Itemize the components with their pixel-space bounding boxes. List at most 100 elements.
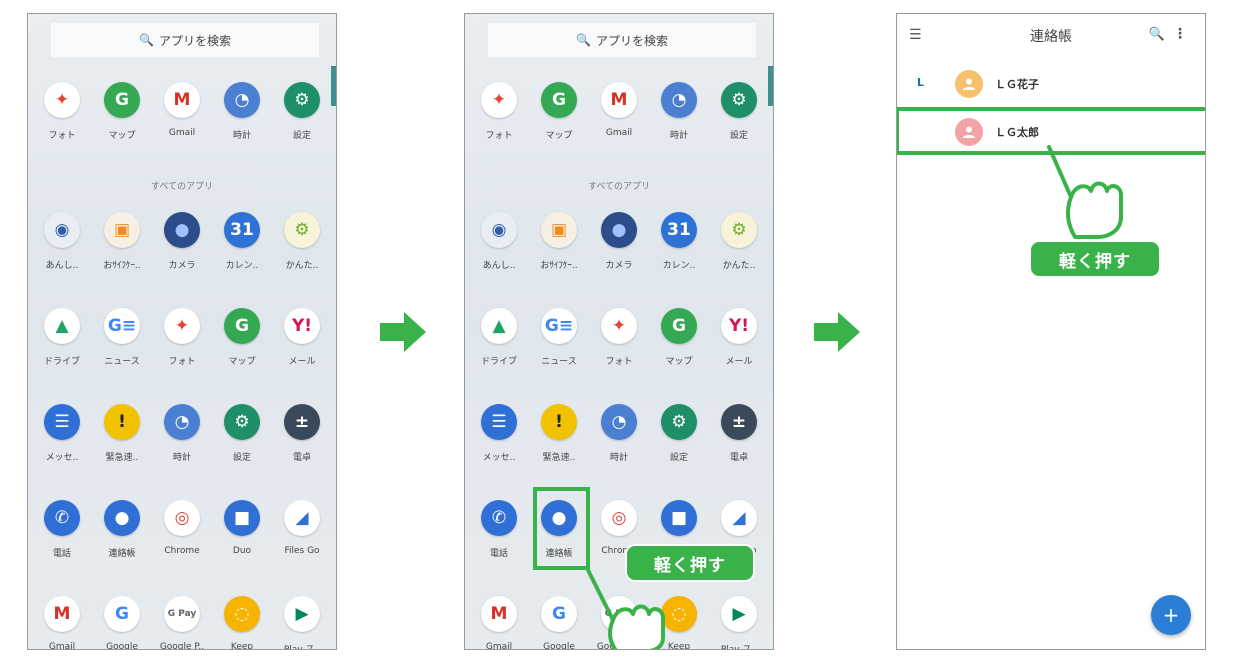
app-osaifu[interactable]: ▣ おｻｲﾌｹｰ.. [531, 212, 587, 271]
search-icon: 🔍 [576, 33, 591, 47]
app-settings-gear[interactable]: ⚙ 設定 [274, 82, 330, 141]
app-phone[interactable]: ✆ 電話 [34, 500, 90, 559]
add-contact-fab[interactable]: + [1151, 595, 1191, 635]
app-search-bar[interactable]: 🔍 アプリを検索 [50, 22, 320, 58]
app-calendar[interactable]: 31 カレン.. [651, 212, 707, 271]
app-label: 設定 [292, 131, 311, 141]
app-play-store[interactable]: ▶ Play ス.. [274, 596, 330, 649]
app-label: 設定 [232, 453, 251, 463]
app-clock[interactable]: ◔ 時計 [154, 404, 210, 463]
app-play-store[interactable]: ▶ Play ス.. [711, 596, 767, 649]
app-label: カメラ [168, 261, 196, 271]
more-options-icon[interactable]: ⋮ [1173, 26, 1187, 42]
app-news[interactable]: G≡ ニュース [94, 308, 150, 367]
app-calendar[interactable]: 31 カレン.. [214, 212, 270, 271]
app-label: 時計 [232, 131, 251, 141]
app-camera[interactable]: ● カメラ [591, 212, 647, 271]
search-placeholder: アプリを検索 [158, 33, 231, 48]
app-clock[interactable]: ◔ 時計 [651, 82, 707, 141]
app-label: フォト [485, 131, 513, 141]
app-files-go[interactable]: ◢ Files Go [274, 500, 330, 556]
chrome-icon: ◎ [164, 500, 200, 536]
app-kantan[interactable]: ⚙ かんた.. [711, 212, 767, 271]
camera-icon: ● [601, 212, 637, 248]
gmail-icon: M [481, 596, 517, 632]
app-anshin[interactable]: ◉ あんし.. [471, 212, 527, 271]
app-photos[interactable]: ✦ フォト [471, 82, 527, 141]
kantan-icon: ⚙ [721, 212, 757, 248]
scrollbar-thumb[interactable] [331, 66, 336, 106]
app-maps[interactable]: G マップ [94, 82, 150, 141]
calendar-icon: 31 [661, 212, 697, 248]
maps-icon: G [541, 82, 577, 118]
search-icon[interactable]: 🔍 [1149, 27, 1165, 42]
app-label: Files Go [284, 546, 320, 556]
app-drive[interactable]: ▲ ドライブ [471, 308, 527, 367]
maps-icon: G [661, 308, 697, 344]
app-photos[interactable]: ✦ フォト [34, 82, 90, 141]
app-settings-gear[interactable]: ⚙ 設定 [651, 404, 707, 463]
play-store-icon: ▶ [284, 596, 320, 632]
app-keep[interactable]: ◌ Keep [214, 596, 270, 649]
app-calculator[interactable]: ± 電卓 [274, 404, 330, 463]
app-camera[interactable]: ● カメラ [154, 212, 210, 271]
app-google[interactable]: G Google [94, 596, 150, 649]
app-google-pay[interactable]: G Pay Google P.. [154, 596, 210, 650]
clock-icon: ◔ [601, 404, 637, 440]
duo-icon: ■ [661, 500, 697, 536]
app-clock[interactable]: ◔ 時計 [591, 404, 647, 463]
app-drive[interactable]: ▲ ドライブ [34, 308, 90, 367]
app-maps[interactable]: G マップ [651, 308, 707, 367]
maps-icon: G [104, 82, 140, 118]
app-news[interactable]: G≡ ニュース [531, 308, 587, 367]
app-label: フォト [48, 131, 76, 141]
messages-icon: ☰ [481, 404, 517, 440]
app-contacts[interactable]: ● 連絡帳 [94, 500, 150, 559]
app-kantan[interactable]: ⚙ かんた.. [274, 212, 330, 271]
files-go-icon: ◢ [721, 500, 757, 536]
app-photos[interactable]: ✦ フォト [154, 308, 210, 367]
app-messages[interactable]: ☰ メッセ.. [34, 404, 90, 463]
app-label: 電話 [52, 549, 71, 559]
app-settings-gear[interactable]: ⚙ 設定 [214, 404, 270, 463]
app-search-bar[interactable]: 🔍 アプリを検索 [487, 22, 757, 58]
app-label: ニュース [104, 357, 140, 367]
app-settings-gear[interactable]: ⚙ 設定 [711, 82, 767, 141]
app-osaifu[interactable]: ▣ おｻｲﾌｹｰ.. [94, 212, 150, 271]
arrow-right-icon [814, 312, 860, 352]
app-gmail[interactable]: M Gmail [34, 596, 90, 649]
app-gmail[interactable]: M Gmail [154, 82, 210, 138]
app-emergency[interactable]: ! 緊急速.. [531, 404, 587, 463]
files-go-icon: ◢ [284, 500, 320, 536]
app-chrome[interactable]: ◎ Chrome [154, 500, 210, 556]
scrollbar-thumb[interactable] [768, 66, 773, 106]
app-gmail[interactable]: M Gmail [471, 596, 527, 650]
app-clock[interactable]: ◔ 時計 [214, 82, 270, 141]
app-label: Gmail [485, 642, 513, 650]
app-maps[interactable]: G マップ [531, 82, 587, 141]
app-label: マップ [108, 131, 136, 141]
phone-screen-contacts: ☰ 連絡帳 🔍 ⋮ L ＬＧ花子 ＬＧ太郎 軽く押す + [896, 13, 1206, 650]
app-messages[interactable]: ☰ メッセ.. [471, 404, 527, 463]
app-label: 時計 [609, 453, 628, 463]
app-duo[interactable]: ■ Duo [214, 500, 270, 556]
yahoo-mail-icon: Y! [284, 308, 320, 344]
app-yahoo-mail[interactable]: Y! メール [274, 308, 330, 367]
app-phone[interactable]: ✆ 電話 [471, 500, 527, 559]
app-emergency[interactable]: ! 緊急速.. [94, 404, 150, 463]
google-pay-icon: G Pay [164, 596, 200, 632]
app-maps[interactable]: G マップ [214, 308, 270, 367]
app-label: Google P.. [159, 642, 205, 650]
app-gmail[interactable]: M Gmail [591, 82, 647, 138]
app-label: 電話 [489, 549, 508, 559]
app-label: 時計 [172, 453, 191, 463]
app-label: 時計 [669, 131, 688, 141]
app-calculator[interactable]: ± 電卓 [711, 404, 767, 463]
app-label: Gmail [605, 128, 633, 138]
app-photos[interactable]: ✦ フォト [591, 308, 647, 367]
osaifu-icon: ▣ [104, 212, 140, 248]
app-anshin[interactable]: ◉ あんし.. [34, 212, 90, 271]
contact-row-0[interactable]: L ＬＧ花子 [897, 64, 1205, 104]
anshin-icon: ◉ [44, 212, 80, 248]
app-yahoo-mail[interactable]: Y! メール [711, 308, 767, 367]
